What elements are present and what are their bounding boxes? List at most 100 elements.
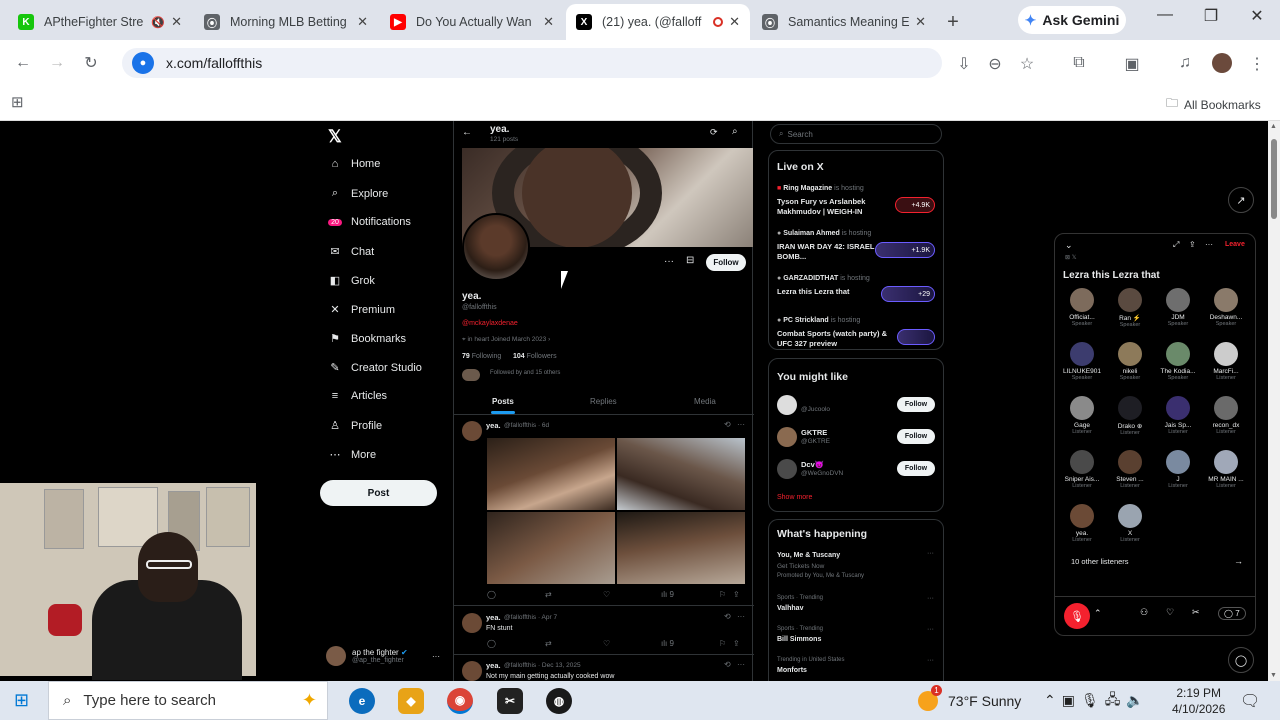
- trend-title[interactable]: Valhhav: [777, 605, 803, 612]
- post-image[interactable]: [617, 512, 745, 584]
- tab-replies[interactable]: Replies: [590, 397, 617, 406]
- install-app-icon[interactable]: ⇩: [947, 54, 981, 74]
- space-participant[interactable]: MarcFi... Listener: [1203, 342, 1249, 381]
- follow-button[interactable]: Follow: [706, 254, 746, 271]
- grok-post-icon[interactable]: ⟲: [724, 420, 731, 429]
- apps-grid-icon[interactable]: ⊞: [11, 93, 24, 111]
- following-link[interactable]: 79 Following: [462, 353, 501, 360]
- space-participant[interactable]: Jais Sp... Listener: [1155, 396, 1201, 435]
- search-input[interactable]: ⌕ Search: [770, 124, 942, 144]
- x-logo-icon[interactable]: 𝕏: [328, 127, 342, 147]
- views-icon[interactable]: ılı 9: [661, 590, 719, 599]
- capcut-icon[interactable]: ✂: [497, 688, 523, 714]
- live-listeners-badge[interactable]: +4.9K: [895, 197, 935, 213]
- more-icon[interactable]: ···: [432, 652, 440, 661]
- windows-start-icon[interactable]: ⊞: [14, 690, 29, 711]
- fullscreen-icon[interactable]: ⤢: [1173, 240, 1179, 250]
- avatar[interactable]: [777, 427, 797, 447]
- media-control-icon[interactable]: ♫: [1168, 54, 1202, 72]
- grok-post-icon[interactable]: ⟲: [724, 612, 731, 621]
- chevron-up-icon[interactable]: ⌃: [1094, 608, 1102, 619]
- tab-posts[interactable]: Posts: [492, 397, 514, 406]
- followers-link[interactable]: 104 Followers: [513, 353, 557, 360]
- space-participant[interactable]: X Listener: [1107, 504, 1153, 543]
- new-tab-button[interactable]: +: [938, 4, 968, 40]
- browser-tab[interactable]: ⦿ Samantics Meaning E ✕: [752, 4, 936, 40]
- volume-icon[interactable]: 🔈: [1126, 692, 1143, 709]
- browser-tab-active[interactable]: X (21) yea. (@falloff ✕: [566, 4, 750, 40]
- extensions-icon[interactable]: ⧉: [1062, 54, 1096, 72]
- space-participant[interactable]: Sniper Ais... Listener: [1059, 450, 1105, 489]
- views-icon[interactable]: ılı 9: [661, 639, 719, 648]
- mic-icon[interactable]: 🎙: [1081, 692, 1099, 709]
- reload-icon[interactable]: ↻: [74, 53, 108, 73]
- nav-explore[interactable]: ⌕ Explore: [328, 187, 388, 200]
- nav-more[interactable]: ⋯ More: [328, 448, 377, 462]
- account-switcher[interactable]: ap the fighter ✔ @ap_the_fighter ···: [326, 646, 446, 666]
- tray-app-icon[interactable]: ▣: [1062, 692, 1075, 709]
- live-space-title[interactable]: IRAN WAR DAY 42: ISRAEL BOMB...: [777, 242, 877, 262]
- bookmark-icon[interactable]: ⚐: [719, 590, 733, 599]
- more-options-icon[interactable]: ···: [664, 256, 674, 267]
- more-icon[interactable]: ···: [927, 626, 934, 633]
- weather-widget[interactable]: 1 73°F Sunny: [918, 681, 1021, 720]
- page-scrollbar[interactable]: ▲ ▼: [1268, 121, 1280, 681]
- avatar[interactable]: [777, 459, 797, 479]
- more-icon[interactable]: ···: [1205, 240, 1213, 249]
- taskbar-search[interactable]: ⌕ Type here to search ✦: [48, 681, 328, 720]
- compose-dm-icon[interactable]: ↗: [1228, 187, 1254, 213]
- mute-icon[interactable]: 🔇: [151, 16, 165, 29]
- share-icon[interactable]: ⇪: [733, 590, 740, 599]
- mic-muted-icon[interactable]: 🎙: [1064, 603, 1090, 629]
- repost-icon[interactable]: ⇄: [545, 590, 603, 599]
- app-icon[interactable]: ◆: [398, 688, 424, 714]
- trend-title[interactable]: You, Me & Tuscany: [777, 552, 840, 559]
- close-window-icon[interactable]: ✕: [1242, 6, 1272, 26]
- space-participant[interactable]: yea. Listener: [1059, 504, 1105, 543]
- browser-menu-icon[interactable]: ⋮: [1240, 54, 1274, 74]
- space-participant[interactable]: JDM Speaker: [1155, 288, 1201, 327]
- close-tab-icon[interactable]: ✕: [543, 14, 554, 30]
- space-participant[interactable]: MR MAIN ... Listener: [1203, 450, 1249, 489]
- more-icon[interactable]: ···: [927, 657, 934, 664]
- space-participant[interactable]: Gage Listener: [1059, 396, 1105, 435]
- reply-icon[interactable]: ◯: [487, 590, 545, 599]
- space-participant[interactable]: nikeli Speaker: [1107, 342, 1153, 381]
- minimize-icon[interactable]: —: [1150, 6, 1180, 24]
- avatar[interactable]: [462, 613, 482, 633]
- follow-button[interactable]: Follow: [897, 397, 935, 412]
- heart-reaction-icon[interactable]: ♡: [1166, 607, 1174, 618]
- address-bar[interactable]: ● x.com/falloffthis: [122, 48, 942, 78]
- comments-button[interactable]: ◯ 7: [1218, 607, 1246, 620]
- browser-tab[interactable]: ⦿ Morning MLB Betting ✕: [194, 4, 378, 40]
- people-icon[interactable]: ⚇: [1140, 607, 1148, 618]
- nav-premium[interactable]: ✕ Premium: [328, 303, 395, 317]
- bookmark-star-icon[interactable]: ☆: [1010, 54, 1044, 74]
- browser-tab[interactable]: ▶ Do You Actually Wan ✕: [380, 4, 564, 40]
- reply-icon[interactable]: ◯: [487, 639, 545, 648]
- search-icon[interactable]: ⌕: [732, 126, 738, 137]
- grok-post-icon[interactable]: ⟲: [724, 660, 731, 669]
- space-participant[interactable]: Drako ⊕ Listener: [1107, 396, 1153, 436]
- nav-articles[interactable]: ≡ Articles: [328, 390, 387, 402]
- chevron-up-icon[interactable]: ⌃: [1044, 692, 1056, 709]
- ask-gemini-button[interactable]: ✦ Ask Gemini: [1018, 6, 1126, 34]
- profile-link[interactable]: @mckaylaxdenae: [462, 320, 518, 327]
- obs-icon[interactable]: ◍: [546, 688, 572, 714]
- live-listeners-badge[interactable]: +29: [881, 286, 935, 302]
- space-participant[interactable]: Deshawn... Speaker: [1203, 288, 1249, 327]
- post-image[interactable]: [617, 438, 745, 510]
- zoom-icon[interactable]: ⊖: [978, 54, 1012, 74]
- arrow-right-icon[interactable]: →: [1234, 556, 1243, 566]
- space-participant[interactable]: The Kodia... Speaker: [1155, 342, 1201, 381]
- avatar[interactable]: [462, 421, 482, 441]
- sidepanel-icon[interactable]: ▣: [1115, 54, 1149, 74]
- close-tab-icon[interactable]: ✕: [171, 14, 182, 30]
- other-listeners-link[interactable]: 10 other listeners: [1071, 557, 1129, 566]
- live-space-title[interactable]: Combat Sports (watch party) & UFC 327 pr…: [777, 329, 897, 349]
- trend-title[interactable]: Monforts: [777, 667, 807, 674]
- more-icon[interactable]: ···: [927, 550, 934, 557]
- profile-avatar[interactable]: [1212, 53, 1232, 73]
- microphone-icon[interactable]: ●: [132, 52, 154, 74]
- all-bookmarks-button[interactable]: 🗀 All Bookmarks: [1166, 94, 1261, 115]
